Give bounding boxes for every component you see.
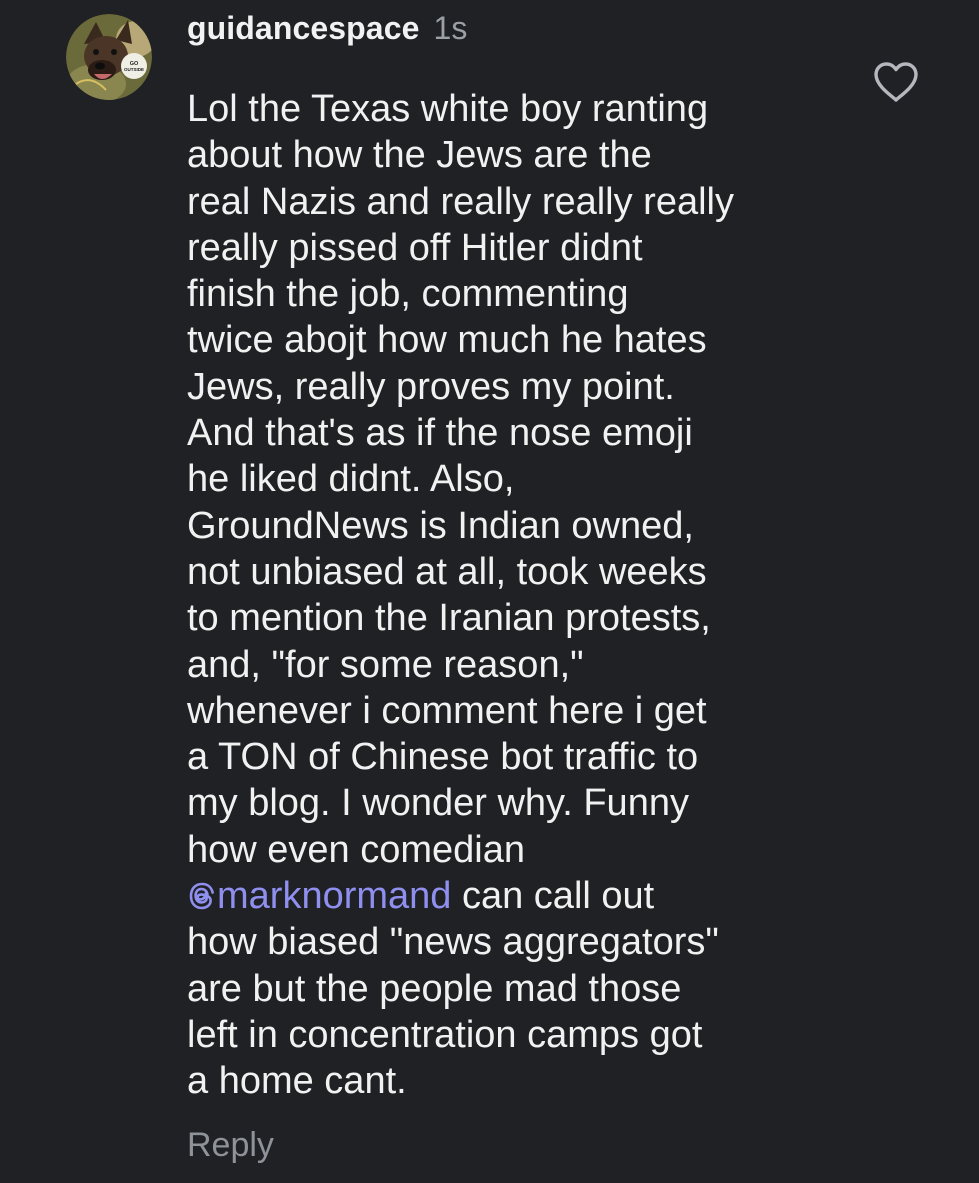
comment-body: guidancespace 1s Lol the Texas white boy… [187,10,847,1105]
comment-line: how biased "news aggregators" [187,921,719,964]
timestamp: 1s [433,10,468,46]
comment-text: Lol the Texas white boy ranting about ho… [187,86,847,1105]
reply-button[interactable]: Reply [187,1126,274,1165]
comment: GO OUTSIDE guidancespace 1s Lol the Texa… [0,0,979,1183]
comment-line: And that's as if the nose emoji [187,412,693,455]
comment-line: twice abojt how much he hates [187,319,707,362]
heart-outline-icon [874,62,918,102]
avatar-image: GO OUTSIDE [66,14,152,100]
comment-line: finish the job, commenting [187,273,629,316]
comment-line: Lol the Texas white boy ranting [187,88,709,130]
comment-line-mention: marknormand can call out [187,873,847,919]
comment-line: left in concentration camps got [187,1013,703,1056]
threads-at-icon [189,882,214,910]
username[interactable]: guidancespace [187,10,420,47]
comment-line: GroundNews is Indian owned, [187,504,694,547]
comment-line: Jews, really proves my point. [187,365,675,408]
comment-line: are but the people mad those [187,967,682,1010]
comment-header: guidancespace 1s [187,10,847,62]
comment-line: a TON of Chinese bot traffic to [187,736,699,779]
comment-line: not unbiased at all, took weeks [187,550,707,593]
comment-line: whenever i comment here i get [187,689,707,732]
mention-suffix: can call out [451,875,655,918]
mention-name: marknormand [217,875,452,918]
comment-line: about how the Jews are the [187,134,652,177]
comment-line: a home cant. [187,1060,407,1103]
comment-line: my blog. I wonder why. Funny [187,782,689,825]
comment-line: really pissed off Hitler didnt [187,226,643,269]
comment-line: to mention the Iranian protests, [187,597,711,640]
like-button[interactable] [872,60,920,104]
comment-line: real Nazis and really really really [187,180,734,223]
mention-link[interactable]: marknormand [187,875,451,917]
svg-text:OUTSIDE: OUTSIDE [124,67,144,72]
comment-line: he liked didnt. Also, [187,458,515,501]
avatar[interactable]: GO OUTSIDE [66,14,152,100]
comment-line: and, "for some reason," [187,643,584,686]
comment-line: how even comedian [187,828,525,871]
